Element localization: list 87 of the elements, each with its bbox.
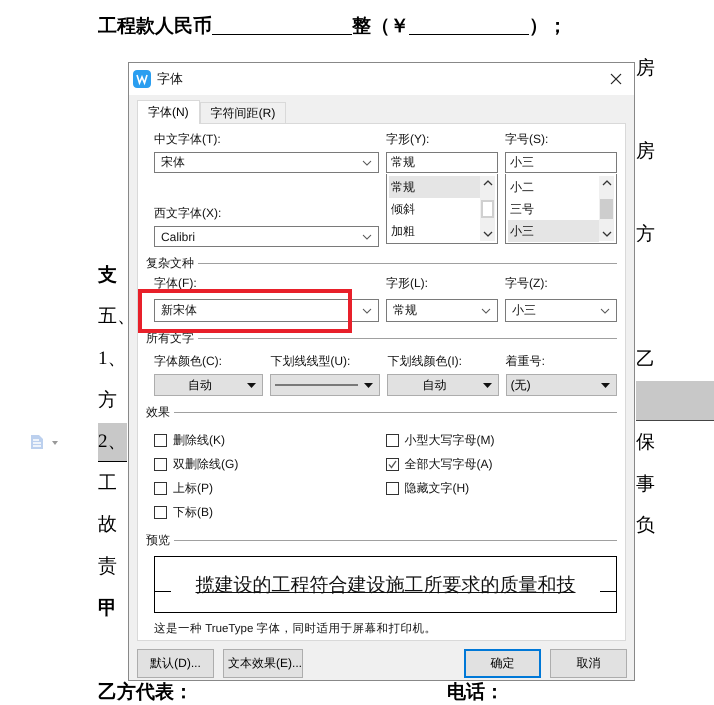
- document-text: 2、: [98, 422, 126, 462]
- scrollbar[interactable]: [599, 176, 614, 241]
- list-item[interactable]: 常规: [389, 176, 480, 198]
- checkbox[interactable]: 删除线(K): [154, 428, 386, 452]
- group-title: 效果: [146, 404, 170, 421]
- field-label: 字体(F):: [154, 276, 197, 291]
- list-item[interactable]: 加粗: [389, 220, 480, 242]
- dialog-button[interactable]: 文本效果(E)...: [223, 649, 303, 678]
- triangle-icon: [364, 382, 374, 388]
- dialog-button[interactable]: 确定: [464, 649, 541, 678]
- dropdown-button[interactable]: 自动: [387, 374, 499, 396]
- line-style-icon: [275, 384, 358, 386]
- document-text: 整（￥: [352, 15, 409, 39]
- scrollbar[interactable]: [480, 176, 495, 241]
- group-title: 复杂文种: [146, 255, 194, 272]
- field-label: 字形(Y):: [386, 132, 430, 147]
- field-label: 西文字体(X):: [154, 206, 222, 221]
- list-item[interactable]: 三号: [508, 198, 599, 220]
- document-text: ）；: [529, 15, 567, 39]
- font-dropdown[interactable]: 新宋体: [154, 299, 379, 322]
- checkbox[interactable]: 全部大写字母(A): [386, 452, 617, 476]
- dropdown-button[interactable]: 自动: [154, 374, 264, 396]
- field-label: 字体颜色(C):: [154, 354, 223, 369]
- chevron-icon: [362, 160, 372, 166]
- document-text: 五、: [98, 305, 136, 330]
- dialog-button[interactable]: 取消: [550, 649, 627, 678]
- window-title: 字体: [157, 70, 184, 88]
- document-text: 乙: [636, 348, 655, 372]
- document-text: 1、: [98, 346, 126, 371]
- font-dropdown[interactable]: 常规: [386, 299, 498, 322]
- checkbox[interactable]: 下标(B): [154, 500, 386, 524]
- triangle-icon: [247, 382, 256, 388]
- dialog-button[interactable]: 默认(D)...: [137, 649, 214, 678]
- document-text: 方: [636, 223, 655, 248]
- checkbox[interactable]: 隐藏文字(H): [386, 476, 617, 500]
- document-text: 故: [98, 513, 117, 538]
- list-item[interactable]: 小三: [508, 220, 599, 242]
- close-icon[interactable]: [610, 73, 622, 85]
- document-text: 工: [98, 472, 117, 496]
- document-text: 保: [636, 431, 655, 456]
- chevron-icon: [362, 234, 372, 240]
- caret-icon[interactable]: [52, 441, 58, 446]
- triangle-icon: [601, 382, 610, 388]
- scrollbar-thumb[interactable]: [481, 200, 494, 218]
- app-icon: [133, 70, 151, 88]
- document-text: 责: [98, 554, 117, 579]
- document-text: 房: [636, 140, 655, 164]
- group-title: 所有文字: [146, 330, 194, 347]
- dropdown-button[interactable]: [270, 374, 380, 396]
- input-field[interactable]: 小三: [505, 152, 617, 173]
- tab[interactable]: 字符间距(R): [200, 102, 286, 123]
- document-text: 负: [636, 514, 655, 538]
- list-item[interactable]: 倾斜: [389, 198, 480, 220]
- list-item[interactable]: 小二: [508, 176, 599, 198]
- preview-text: 揽建设的工程符合建设施工所要求的质量和技: [196, 574, 576, 598]
- tab[interactable]: 字体(N): [137, 100, 200, 124]
- triangle-icon: [482, 382, 492, 388]
- font-description: 这是一种 TrueType 字体，同时适用于屏幕和打印机。: [154, 621, 438, 637]
- document-text: 事: [636, 472, 655, 497]
- field-label: 着重号:: [506, 354, 546, 369]
- checkmark-icon: [386, 458, 398, 470]
- document-text: 电话：: [447, 680, 504, 705]
- group-title: 预览: [146, 532, 170, 549]
- checkbox[interactable]: 双删除线(G): [154, 452, 386, 476]
- document-text: 甲: [98, 596, 117, 621]
- field-label: 字号(Z):: [505, 276, 548, 291]
- chevron-icon: [362, 308, 372, 314]
- document-text: 支: [98, 264, 117, 288]
- field-label: 下划线线型(U):: [270, 354, 352, 369]
- document-text: 乙方代表：: [98, 680, 193, 705]
- document-text: 工程款人民币: [98, 14, 212, 39]
- dropdown-button[interactable]: (无): [506, 374, 617, 396]
- font-dropdown[interactable]: Calibri: [154, 226, 379, 247]
- field-label: 字号(S):: [505, 132, 550, 147]
- field-label: 中文字体(T):: [154, 132, 222, 147]
- input-field[interactable]: 常规: [386, 152, 498, 173]
- checkbox[interactable]: 小型大写字母(M): [386, 428, 617, 452]
- chevron-icon: [600, 308, 610, 314]
- field-label: 字形(L):: [386, 276, 428, 291]
- scrollbar-thumb[interactable]: [600, 198, 613, 218]
- field-label: 下划线颜色(I):: [387, 354, 464, 369]
- document-text: 房: [636, 56, 655, 81]
- chevron-icon: [481, 308, 491, 314]
- font-dropdown[interactable]: 小三: [505, 299, 617, 322]
- checkbox[interactable]: 上标(P): [154, 476, 386, 500]
- font-dropdown[interactable]: 宋体: [154, 152, 379, 173]
- document-text: 方: [98, 388, 117, 413]
